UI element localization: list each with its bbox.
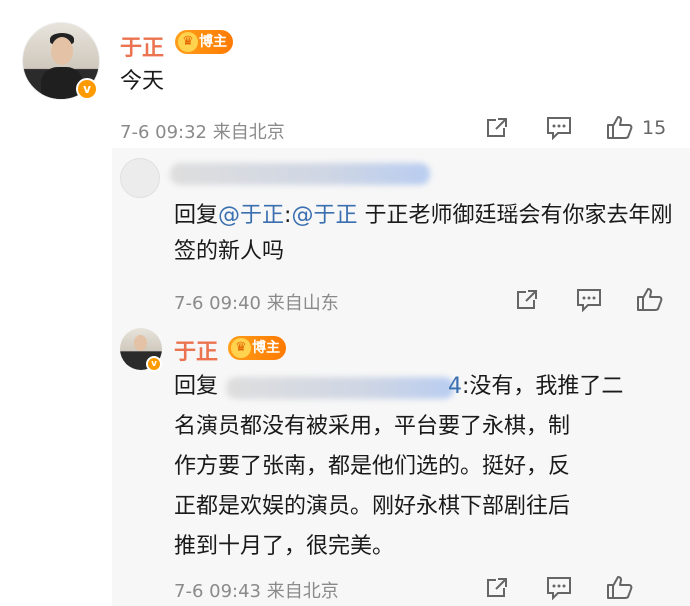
reply-1-time: 7-6 09:40 xyxy=(174,293,261,314)
author-name[interactable]: 于正 xyxy=(120,30,164,62)
reply-1-location: 来自山东 xyxy=(266,293,339,314)
reply-2-location: 来自北京 xyxy=(266,581,339,602)
share-icon[interactable] xyxy=(514,288,540,312)
comment-icon[interactable] xyxy=(546,116,572,140)
share-icon[interactable] xyxy=(484,576,510,600)
share-icon[interactable] xyxy=(484,116,510,140)
mention-link[interactable]: 4 xyxy=(448,374,462,399)
blurred-username xyxy=(170,163,430,185)
reply-1-meta: 7-6 09:40 来自山东 xyxy=(174,289,339,315)
like-icon[interactable] xyxy=(606,114,633,139)
verified-badge: v xyxy=(76,78,98,100)
blogger-badge: ♛ 博主 xyxy=(175,30,233,54)
verified-badge: v xyxy=(146,356,162,372)
reply-2-time: 7-6 09:43 xyxy=(174,581,261,602)
like-icon[interactable] xyxy=(606,574,633,599)
comment-icon[interactable] xyxy=(576,288,602,312)
comment-text: 今天 xyxy=(120,69,165,94)
comment-time: 7-6 09:32 xyxy=(120,122,207,143)
comment-icon[interactable] xyxy=(546,576,572,600)
mention-link[interactable]: @于正 xyxy=(291,203,357,228)
reply-2-meta: 7-6 09:43 来自北京 xyxy=(174,577,339,603)
like-icon[interactable] xyxy=(636,286,663,311)
reply-2-text: 回复 4:没有，我推了二 名演员都没有被采用，平台要了永棋，制 作方要了张南，都是… xyxy=(174,374,624,559)
crown-icon: ♛ xyxy=(231,338,251,358)
blogger-badge: ♛ 博主 xyxy=(228,336,286,360)
author-name[interactable]: 于正 xyxy=(174,334,218,366)
weibo-comment-thread: v 于正 ♛ 博主 今天 7-6 09:32 来自北京 15 回复@于正:@于正… xyxy=(0,0,690,606)
reply-1-text: 回复@于正:@于正 于正老师御廷瑶会有你家去年刚签的新人吗 xyxy=(174,203,673,264)
like-count: 15 xyxy=(642,117,667,139)
comment-meta: 7-6 09:32 来自北京 xyxy=(120,118,285,144)
avatar-blurred[interactable] xyxy=(120,158,160,198)
comment-location: 来自北京 xyxy=(212,122,285,143)
crown-icon: ♛ xyxy=(178,32,198,52)
mention-link[interactable]: @于正 xyxy=(218,203,284,228)
